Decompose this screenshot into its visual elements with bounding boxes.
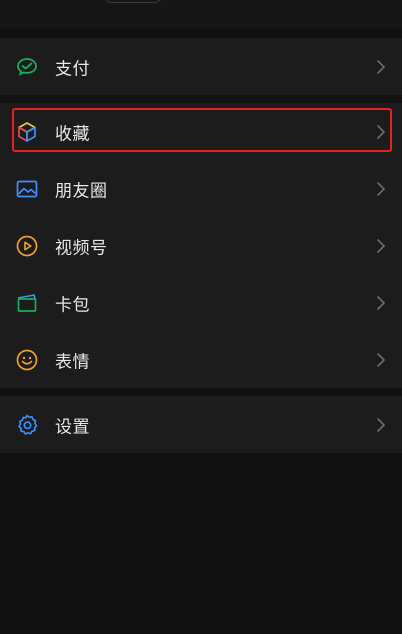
- top-strip: [0, 0, 402, 28]
- menu-item-channels-label: 视频号: [55, 238, 108, 258]
- card-wallet-icon: [15, 291, 39, 315]
- menu-item-settings-label: 设置: [55, 417, 90, 437]
- chevron-right-icon: [377, 59, 385, 74]
- channels-play-icon: [15, 234, 39, 258]
- menu-item-pay[interactable]: 支付: [0, 38, 402, 95]
- menu-item-favorites[interactable]: 收藏: [0, 103, 402, 160]
- moments-picture-icon: [15, 177, 39, 201]
- menu-item-stickers-label: 表情: [55, 352, 90, 372]
- menu-item-settings[interactable]: 设置: [0, 396, 402, 453]
- menu-item-moments[interactable]: 朋友圈: [0, 160, 402, 217]
- chevron-right-icon: [377, 352, 385, 367]
- features-group: 收藏 朋友圈 视频号 卡包 表情: [0, 103, 402, 388]
- menu-item-stickers[interactable]: 表情: [0, 331, 402, 388]
- sticker-smile-icon: [15, 348, 39, 372]
- menu-item-moments-label: 朋友圈: [55, 181, 108, 201]
- chevron-right-icon: [377, 238, 385, 253]
- menu-item-favorites-label: 收藏: [55, 124, 90, 144]
- section-divider: [0, 95, 402, 103]
- menu-item-cards[interactable]: 卡包: [0, 274, 402, 331]
- menu-item-pay-label: 支付: [55, 59, 90, 79]
- chevron-right-icon: [377, 417, 385, 432]
- settings-group: 设置: [0, 396, 402, 453]
- chevron-right-icon: [377, 295, 385, 310]
- pay-group: 支付: [0, 38, 402, 95]
- chevron-right-icon: [377, 181, 385, 196]
- favorites-cube-icon: [15, 120, 39, 144]
- wechat-pay-icon: [15, 55, 39, 79]
- settings-gear-icon: [15, 413, 39, 437]
- section-divider: [0, 388, 402, 396]
- menu-item-channels[interactable]: 视频号: [0, 217, 402, 274]
- top-pill-shape: [104, 0, 162, 3]
- chevron-right-icon: [377, 124, 385, 139]
- menu-item-cards-label: 卡包: [55, 295, 90, 315]
